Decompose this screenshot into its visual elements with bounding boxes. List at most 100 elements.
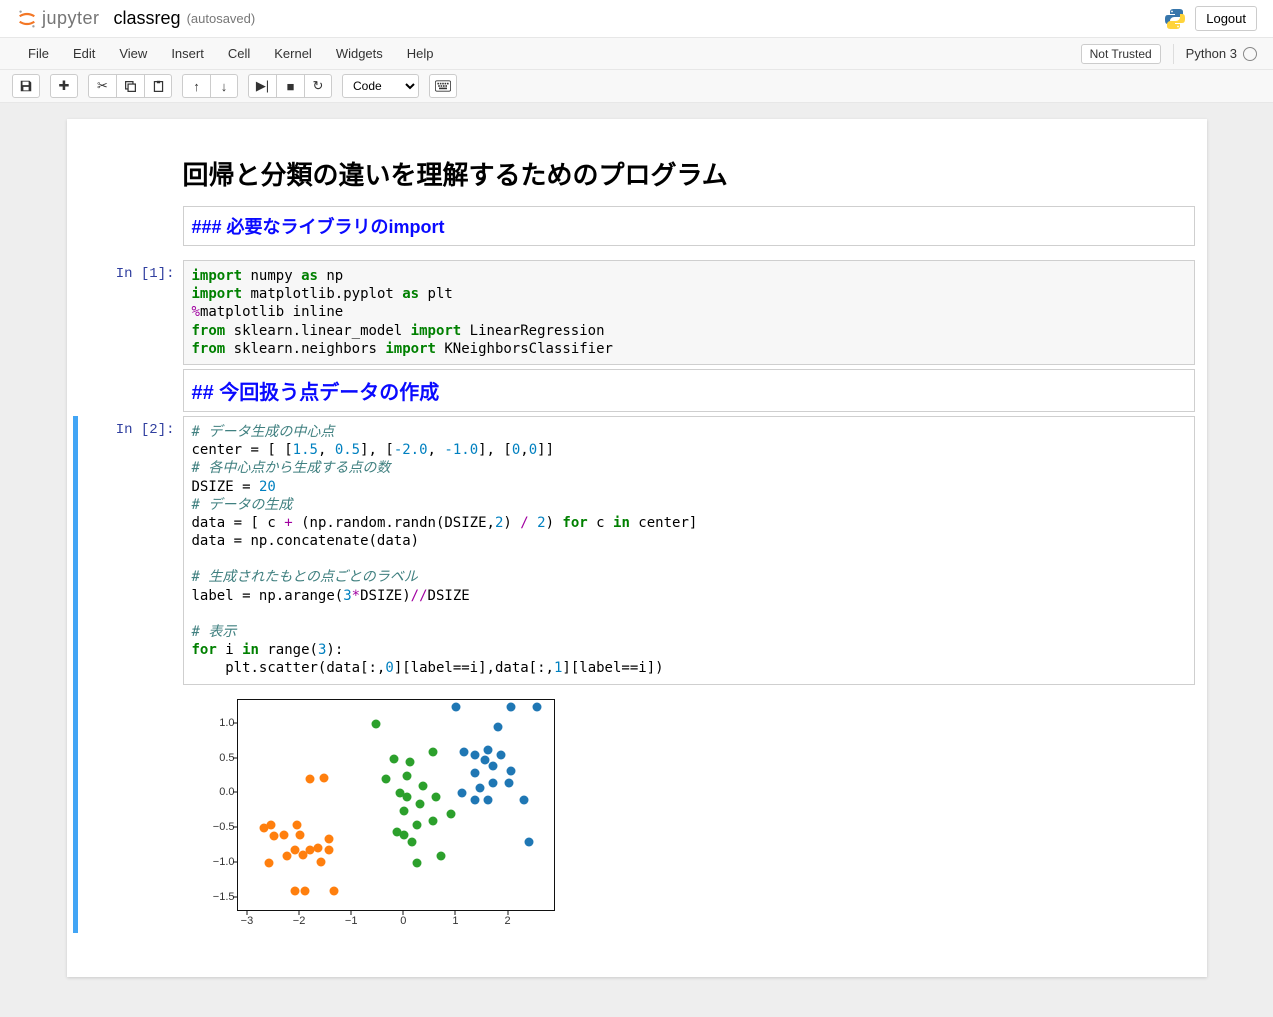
scatter-point [475,783,484,792]
code-cell-1[interactable]: In [1]: import numpy as np import matplo… [73,260,1201,365]
scatter-point [400,831,409,840]
jupyter-icon [16,8,38,30]
x-tick-label: 0 [400,915,406,927]
scatter-point [428,747,437,756]
cut-button[interactable]: ✂ [88,74,116,98]
menu-file[interactable]: File [16,40,61,67]
md-subheading-2: ## 今回扱う点データの作成 [183,369,1195,412]
menubar: File Edit View Insert Cell Kernel Widget… [0,38,1273,70]
md-subheading-1: ### 必要なライブラリのimport [183,206,1195,246]
run-button[interactable]: ▶| [248,74,276,98]
scatter-point [324,834,333,843]
arrow-down-icon: ↓ [221,79,228,94]
scatter-point [470,768,479,777]
notebook: 回帰と分類の違いを理解するためのプログラム ### 必要なライブラリのimpor… [67,119,1207,977]
celltype-select[interactable]: Code [342,74,419,98]
jupyter-logo-text: jupyter [42,8,100,29]
scatter-point [520,796,529,805]
menu-kernel[interactable]: Kernel [262,40,324,67]
code-cell-2[interactable]: In [2]: # データ生成の中心点 center = [ [1.5, 0.5… [73,416,1201,933]
scatter-point [371,719,380,728]
keyboard-icon [435,80,451,92]
markdown-cell[interactable]: 回帰と分類の違いを理解するためのプログラム ### 必要なライブラリのimpor… [73,141,1201,256]
scatter-point [436,851,445,860]
add-cell-button[interactable]: ✚ [50,74,78,98]
y-tick-label: −0.5 [213,821,235,833]
command-palette-button[interactable] [429,74,457,98]
save-icon [19,79,33,93]
code-input-1[interactable]: import numpy as np import matplotlib.pyp… [183,260,1195,365]
run-icon: ▶| [256,78,269,94]
scatter-point [457,789,466,798]
move-down-button[interactable]: ↓ [210,74,238,98]
scatter-point [324,846,333,855]
scatter-point [470,751,479,760]
scatter-point [507,767,516,776]
scatter-point [314,843,323,852]
scatter-point [418,782,427,791]
scatter-point [447,810,456,819]
scatter-point [301,886,310,895]
scatter-point [267,820,276,829]
paste-button[interactable] [144,74,172,98]
scatter-point [496,751,505,760]
y-tick-label: −1.5 [213,891,235,903]
menu-help[interactable]: Help [395,40,446,67]
page-title: 回帰と分類の違いを理解するためのプログラム [183,155,1195,192]
menu-edit[interactable]: Edit [61,40,107,67]
scatter-point [525,838,534,847]
scatter-point [483,796,492,805]
scatter-point [431,792,440,801]
trust-button[interactable]: Not Trusted [1081,44,1161,64]
toolbar: ✚ ✂ ↑ ↓ ▶| ■ ↻ Code [0,70,1273,103]
menu-widgets[interactable]: Widgets [324,40,395,67]
header: jupyter classreg (autosaved) Logout [0,0,1273,38]
scatter-point [306,775,315,784]
jupyter-logo[interactable]: jupyter [16,8,100,30]
paste-icon [152,80,165,93]
scatter-point [460,747,469,756]
menu-view[interactable]: View [107,40,159,67]
scatter-point [488,778,497,787]
save-button[interactable] [12,74,40,98]
scatter-point [408,838,417,847]
plus-icon: ✚ [59,78,70,94]
copy-icon [124,80,137,93]
scatter-point [494,723,503,732]
scatter-point [293,820,302,829]
scatter-point [452,702,461,711]
x-tick-label: 1 [452,915,458,927]
restart-button[interactable]: ↻ [304,74,332,98]
x-tick-label: −2 [293,915,306,927]
scatter-point [405,758,414,767]
interrupt-button[interactable]: ■ [276,74,304,98]
move-up-button[interactable]: ↑ [182,74,210,98]
y-tick-label: −1.0 [213,856,235,868]
markdown-cell-2[interactable]: ## 今回扱う点データの作成 [73,369,1201,412]
scatter-point [382,775,391,784]
logout-button[interactable]: Logout [1195,6,1257,31]
output-area: −1.5−1.0−0.50.00.51.0−3−2−1012 [183,685,1195,933]
scatter-point [415,799,424,808]
x-tick-label: −1 [345,915,358,927]
menu-insert[interactable]: Insert [159,40,216,67]
scatter-point [533,702,542,711]
code-input-2[interactable]: # データ生成の中心点 center = [ [1.5, 0.5], [-2.0… [183,416,1195,685]
menu-cell[interactable]: Cell [216,40,262,67]
scatter-point [319,774,328,783]
scatter-point [329,886,338,895]
x-tick-label: 2 [505,915,511,927]
notebook-name[interactable]: classreg [114,8,181,29]
scatter-point [504,778,513,787]
scatter-point [402,792,411,801]
separator [1173,44,1174,64]
kernel-indicator[interactable]: Python 3 [1186,46,1257,61]
cut-icon: ✂ [97,78,108,94]
scatter-point [483,746,492,755]
plot-axes [237,699,555,911]
scatter-plot: −1.5−1.0−0.50.00.51.0−3−2−1012 [183,693,563,933]
copy-button[interactable] [116,74,144,98]
kernel-status-icon [1243,47,1257,61]
scatter-point [413,820,422,829]
prompt-in-1: In [1]: [73,260,183,365]
